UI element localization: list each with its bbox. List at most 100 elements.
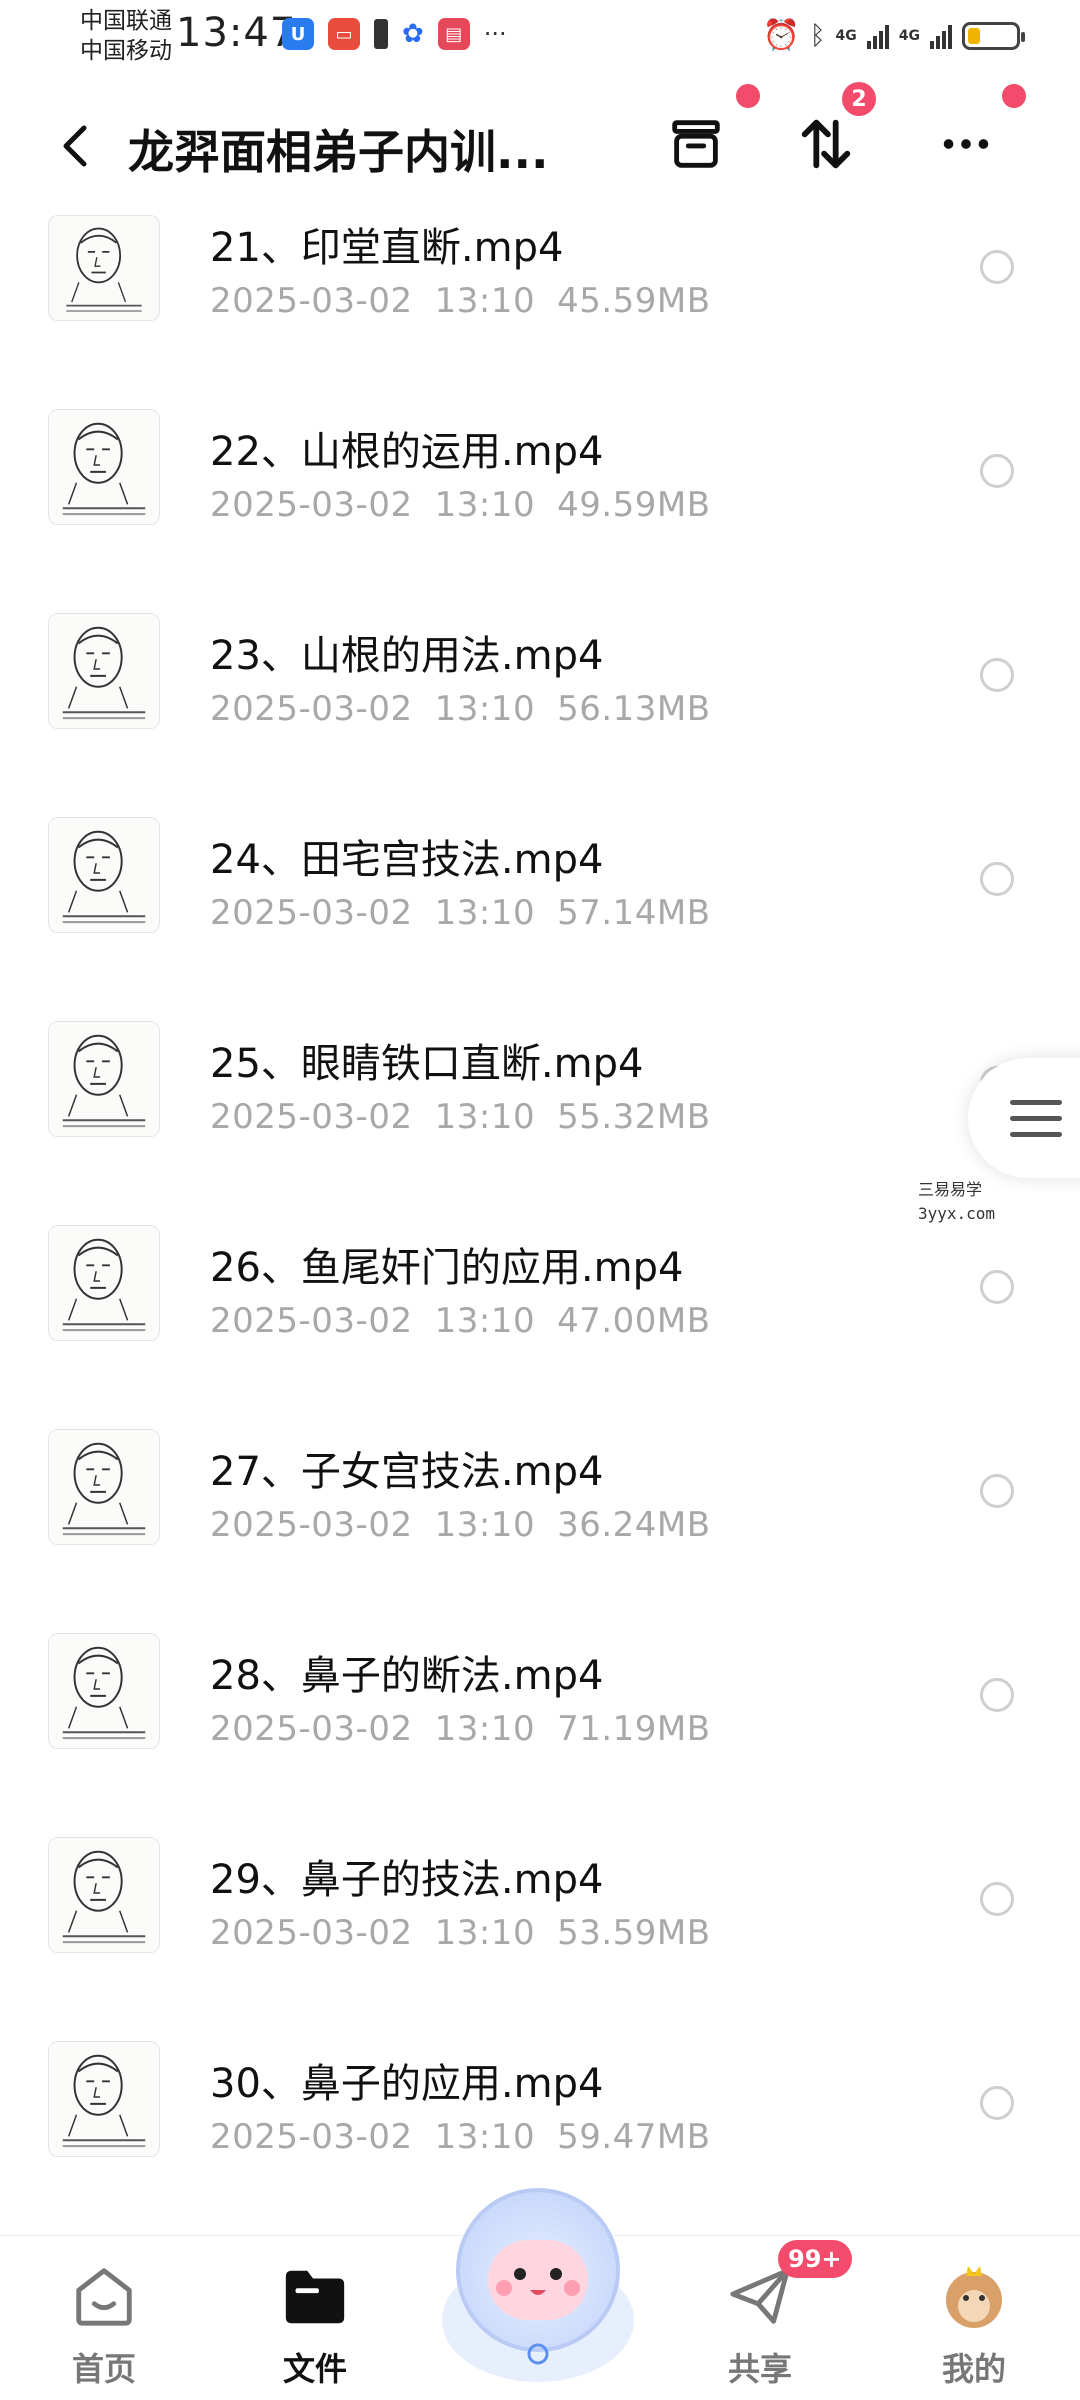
select-checkbox[interactable] [980, 1678, 1014, 1712]
select-checkbox[interactable] [980, 1474, 1014, 1508]
file-date: 2025-03-02 [210, 1301, 413, 1341]
transfer-button[interactable] [790, 108, 862, 180]
video-thumbnail [48, 1021, 160, 1137]
file-name: 26、鱼尾奸门的应用.mp4 [210, 1245, 684, 1291]
file-date: 2025-03-02 [210, 281, 413, 321]
file-time: 13:10 [434, 893, 536, 933]
file-row[interactable]: 27、子女宫技法.mp4 2025-03-02 13:10 36.24MB [0, 1429, 1080, 1633]
more-options-button[interactable] [930, 108, 1002, 180]
signal-icon [930, 23, 952, 49]
file-time: 13:10 [434, 1913, 536, 1953]
file-meta: 2025-03-02 13:10 36.24MB [210, 1505, 711, 1545]
watermark-line-1: 三易易学 [918, 1180, 983, 1199]
watermark: 三易易学 3yyx.com [918, 1178, 995, 1226]
video-thumbnail [48, 1837, 160, 1953]
select-checkbox[interactable] [980, 862, 1014, 896]
select-checkbox[interactable] [980, 250, 1014, 284]
file-date: 2025-03-02 [210, 485, 413, 525]
file-meta: 2025-03-02 13:10 45.59MB [210, 281, 711, 321]
nav-mine[interactable]: 我的 [904, 2260, 1044, 2390]
archive-icon [672, 120, 720, 168]
file-row[interactable]: 26、鱼尾奸门的应用.mp4 2025-03-02 13:10 47.00MB [0, 1225, 1080, 1429]
select-checkbox[interactable] [980, 454, 1014, 488]
nav-share[interactable]: 共享 [690, 2260, 830, 2390]
status-bar: 中国联通 中国移动 13:47 U ▭ ✿ ▤ ··· ⏰ ᛒ 4G 4G [0, 0, 1080, 72]
home-icon [68, 2260, 140, 2332]
floating-menu-handle[interactable] [968, 1058, 1080, 1178]
file-time: 13:10 [434, 2117, 536, 2157]
select-checkbox[interactable] [980, 1882, 1014, 1916]
file-name: 25、眼睛铁口直断.mp4 [210, 1041, 644, 1087]
share-count-badge: 99+ [778, 2240, 852, 2278]
face-sketch-thumbnail [49, 410, 159, 524]
file-size: 56.13MB [557, 689, 711, 729]
file-row[interactable]: 23、山根的用法.mp4 2025-03-02 13:10 56.13MB [0, 613, 1080, 817]
file-time: 13:10 [434, 1097, 536, 1137]
mascot-icon [442, 2188, 634, 2382]
carrier-1: 中国联通 [80, 8, 172, 34]
file-size: 45.59MB [557, 281, 711, 321]
file-row[interactable]: 22、山根的运用.mp4 2025-03-02 13:10 49.59MB [0, 409, 1080, 613]
file-time: 13:10 [434, 689, 536, 729]
notification-dot [1002, 84, 1026, 108]
file-size: 53.59MB [557, 1913, 711, 1953]
file-size: 57.14MB [557, 893, 711, 933]
face-sketch-thumbnail [49, 1430, 159, 1544]
assistant-mascot-button[interactable] [428, 2170, 648, 2390]
clock: 13:47 [176, 10, 297, 56]
notification-dot [736, 84, 760, 108]
select-checkbox[interactable] [980, 658, 1014, 692]
file-meta: 2025-03-02 13:10 53.59MB [210, 1913, 711, 1953]
back-arrow-icon [63, 125, 87, 167]
transfer-count-badge: 2 [842, 82, 876, 116]
file-name: 29、鼻子的技法.mp4 [210, 1857, 604, 1903]
video-thumbnail [48, 1633, 160, 1749]
face-sketch-thumbnail [49, 2042, 159, 2156]
network-type-1: 4G [835, 27, 857, 44]
file-meta: 2025-03-02 13:10 49.59MB [210, 485, 711, 525]
menu-icon [1010, 1099, 1062, 1137]
file-name: 24、田宅宫技法.mp4 [210, 837, 604, 883]
file-row[interactable]: 28、鼻子的断法.mp4 2025-03-02 13:10 71.19MB [0, 1633, 1080, 1837]
file-date: 2025-03-02 [210, 1709, 413, 1749]
file-meta: 2025-03-02 13:10 56.13MB [210, 689, 711, 729]
screen: 中国联通 中国移动 13:47 U ▭ ✿ ▤ ··· ⏰ ᛒ 4G 4G 龙羿… [0, 0, 1080, 2400]
nav-files-label: 文件 [282, 2350, 347, 2388]
video-thumbnail [48, 409, 160, 525]
network-type-2: 4G [898, 27, 920, 44]
nav-files[interactable]: 文件 [245, 2260, 385, 2390]
nav-home[interactable]: 首页 [34, 2260, 174, 2390]
file-size: 47.00MB [557, 1301, 711, 1341]
select-checkbox[interactable] [980, 1270, 1014, 1304]
recycle-bin-button[interactable] [660, 108, 732, 180]
face-sketch-thumbnail [49, 1634, 159, 1748]
file-time: 13:10 [434, 281, 536, 321]
select-checkbox[interactable] [980, 2086, 1014, 2120]
bluetooth-icon: ᛒ [809, 20, 826, 51]
video-thumbnail [48, 817, 160, 933]
video-thumbnail [48, 613, 160, 729]
book-app-icon: ▤ [437, 18, 470, 50]
file-name: 22、山根的运用.mp4 [210, 429, 604, 475]
nav-mine-label: 我的 [941, 2350, 1006, 2388]
page-title: 龙羿面相弟子内训... [128, 125, 549, 179]
file-meta: 2025-03-02 13:10 57.14MB [210, 893, 711, 933]
video-thumbnail [48, 2041, 160, 2157]
file-meta: 2025-03-02 13:10 59.47MB [210, 2117, 711, 2157]
more-icon [943, 139, 989, 149]
back-button[interactable] [50, 118, 100, 174]
file-meta: 2025-03-02 13:10 71.19MB [210, 1709, 711, 1749]
file-date: 2025-03-02 [210, 689, 413, 729]
face-sketch-thumbnail [49, 614, 159, 728]
app-notification-icon: U [282, 18, 314, 50]
file-size: 36.24MB [557, 1505, 711, 1545]
face-sketch-thumbnail [53, 216, 155, 320]
file-row[interactable]: 29、鼻子的技法.mp4 2025-03-02 13:10 53.59MB [0, 1837, 1080, 2041]
carrier-info: 中国联通 中国移动 [80, 6, 172, 66]
file-row[interactable]: 21、印堂直断.mp4 2025-03-02 13:10 45.59MB [0, 205, 1080, 409]
avatar [938, 2260, 1010, 2332]
nav-share-label: 共享 [727, 2350, 792, 2388]
system-icons: ⏰ ᛒ 4G 4G [763, 18, 1025, 53]
file-row[interactable]: 24、田宅宫技法.mp4 2025-03-02 13:10 57.14MB [0, 817, 1080, 1021]
notification-icons: U ▭ ✿ ▤ ··· [282, 18, 507, 50]
